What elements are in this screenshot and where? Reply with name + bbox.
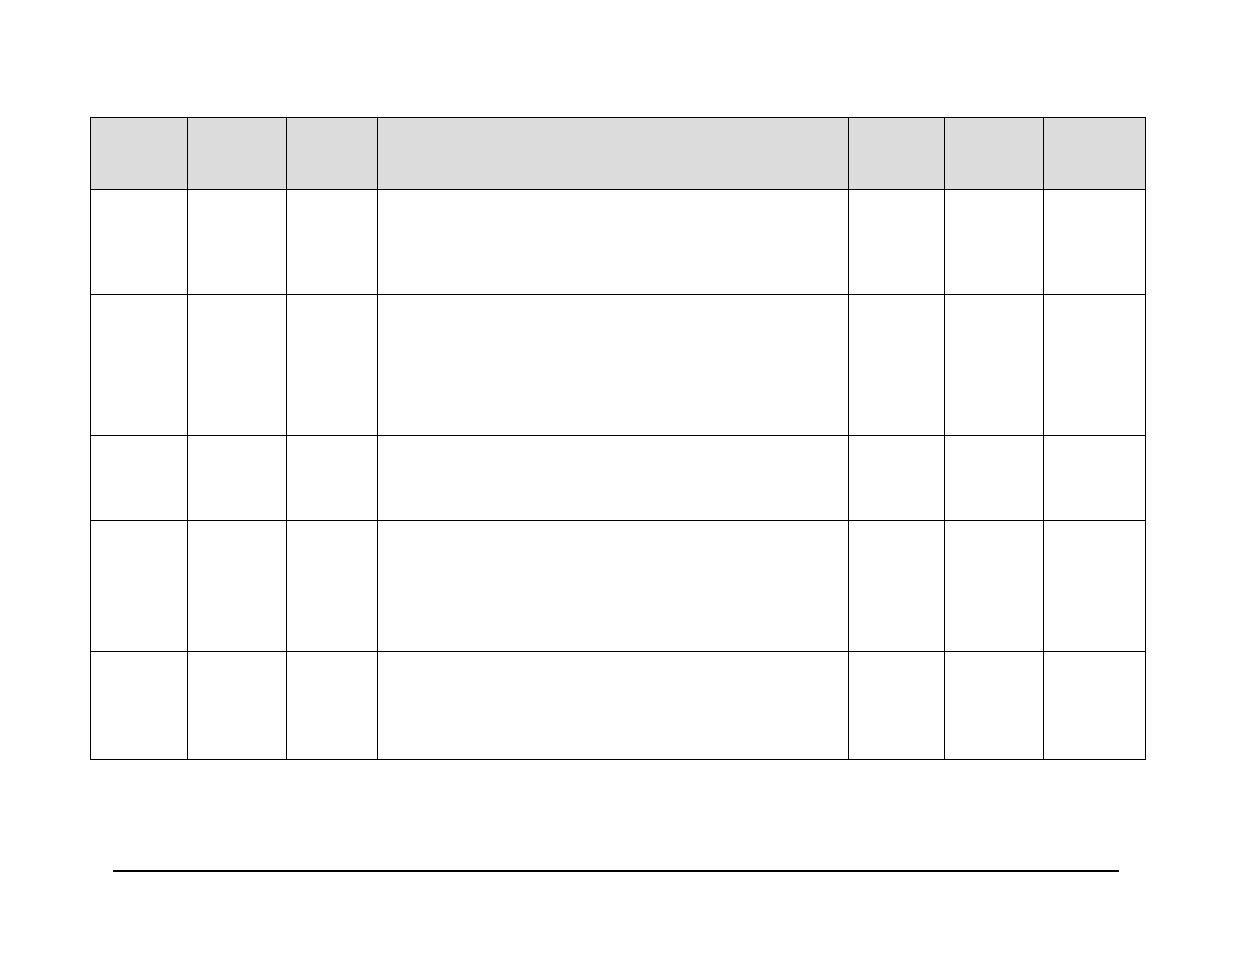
table-cell [849,436,945,521]
table-cell [945,521,1044,652]
table-row [91,652,1146,760]
horizontal-rule [113,870,1119,872]
table-row [91,190,1146,295]
table-cell [91,190,188,295]
table-header-cell [91,118,188,190]
table-cell [849,190,945,295]
table-cell [1044,436,1146,521]
table-cell [1044,190,1146,295]
table-header-row [91,118,1146,190]
table-cell [188,436,287,521]
table-cell [849,652,945,760]
table-row [91,521,1146,652]
table-cell [91,652,188,760]
table-cell [945,295,1044,436]
table-header-cell [849,118,945,190]
table-cell [1044,521,1146,652]
table-cell [378,295,849,436]
table-cell [287,190,378,295]
table-cell [945,436,1044,521]
table-header-cell [945,118,1044,190]
table-cell [188,295,287,436]
table-cell [849,521,945,652]
table-cell [91,521,188,652]
table-cell [287,652,378,760]
table-cell [91,295,188,436]
table-cell [287,295,378,436]
table-cell [91,436,188,521]
table-cell [849,295,945,436]
data-table [90,117,1146,760]
table-cell [188,521,287,652]
table-cell [287,521,378,652]
table-cell [188,190,287,295]
table-header-cell [378,118,849,190]
page [0,0,1235,954]
table-cell [287,436,378,521]
table-cell [945,652,1044,760]
table-header-cell [1044,118,1146,190]
table-cell [378,652,849,760]
table-header-cell [188,118,287,190]
table-cell [1044,652,1146,760]
table-cell [188,652,287,760]
table-cell [378,436,849,521]
table-row [91,295,1146,436]
table-row [91,436,1146,521]
table-cell [1044,295,1146,436]
table-header-cell [287,118,378,190]
table-cell [378,190,849,295]
table-cell [378,521,849,652]
table-cell [945,190,1044,295]
